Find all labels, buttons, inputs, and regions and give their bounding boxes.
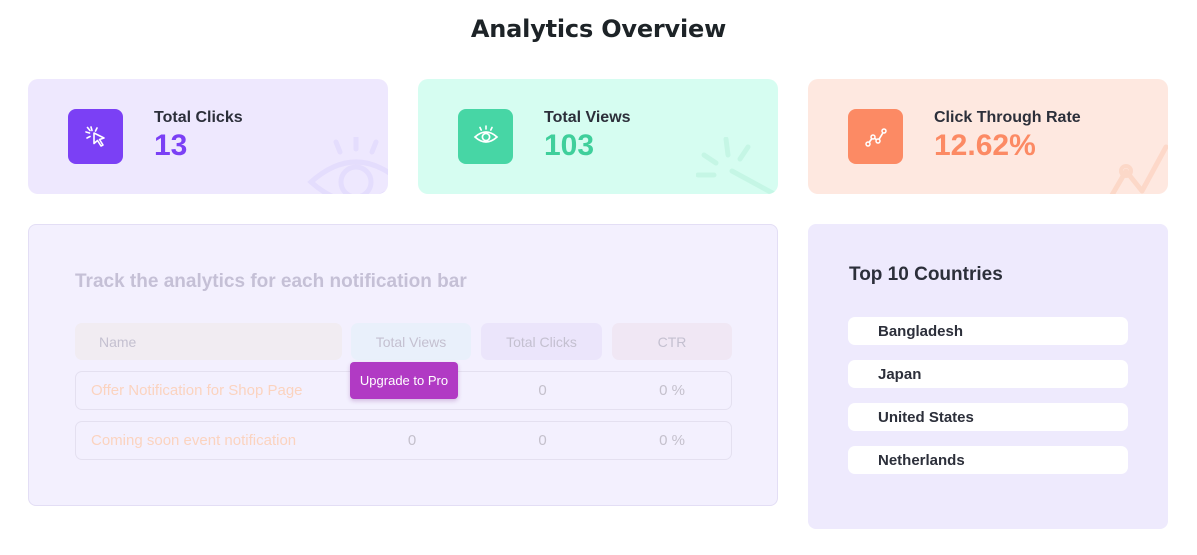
notification-analytics-panel: Track the analytics for each notificatio…: [28, 224, 778, 506]
page-title: Analytics Overview: [470, 15, 727, 43]
top-countries-panel: Top 10 Countries Bangladesh Japan United…: [808, 224, 1168, 529]
country-item-united-states: United States: [848, 403, 1128, 431]
click-through-rate-label: Click Through Rate: [934, 109, 1081, 126]
country-item-netherlands: Netherlands: [848, 446, 1128, 474]
country-item-bangladesh: Bangladesh: [848, 317, 1128, 345]
total-clicks-card: Total Clicks 13: [28, 79, 388, 194]
click-burst-watermark-icon: [696, 137, 778, 194]
column-header-name: Name: [75, 323, 342, 360]
top-countries-title: Top 10 Countries: [849, 264, 1003, 285]
total-views-card: Total Views 103: [418, 79, 778, 194]
table-row: Coming soon event notification 0 0 0 %: [75, 421, 732, 460]
column-header-ctr: CTR: [612, 323, 732, 360]
country-item-japan: Japan: [848, 360, 1128, 388]
row-total-clicks: 0: [538, 432, 547, 449]
total-clicks-value: 13: [154, 129, 188, 162]
eye-icon: [458, 109, 513, 164]
upgrade-to-pro-button[interactable]: Upgrade to Pro: [350, 362, 458, 399]
cursor-click-icon: [68, 109, 123, 164]
eye-watermark-icon: [307, 137, 388, 194]
row-ctr: 0 %: [659, 432, 685, 449]
row-ctr: 0 %: [659, 382, 685, 399]
total-views-label: Total Views: [544, 109, 631, 126]
row-name: Coming soon event notification: [91, 432, 297, 449]
column-header-total-clicks: Total Clicks: [481, 323, 602, 360]
trend-watermark-icon: [1109, 144, 1168, 194]
panel-heading: Track the analytics for each notificatio…: [75, 271, 467, 292]
trend-line-icon: [848, 109, 903, 164]
click-through-rate-value: 12.62%: [934, 129, 1036, 162]
total-views-value: 103: [544, 129, 595, 162]
total-clicks-label: Total Clicks: [154, 109, 243, 126]
column-header-total-views: Total Views: [351, 323, 471, 360]
row-total-views: 0: [407, 432, 417, 449]
row-total-clicks: 0: [538, 382, 547, 399]
click-through-rate-card: Click Through Rate 12.62%: [808, 79, 1168, 194]
row-name: Offer Notification for Shop Page: [91, 382, 303, 399]
